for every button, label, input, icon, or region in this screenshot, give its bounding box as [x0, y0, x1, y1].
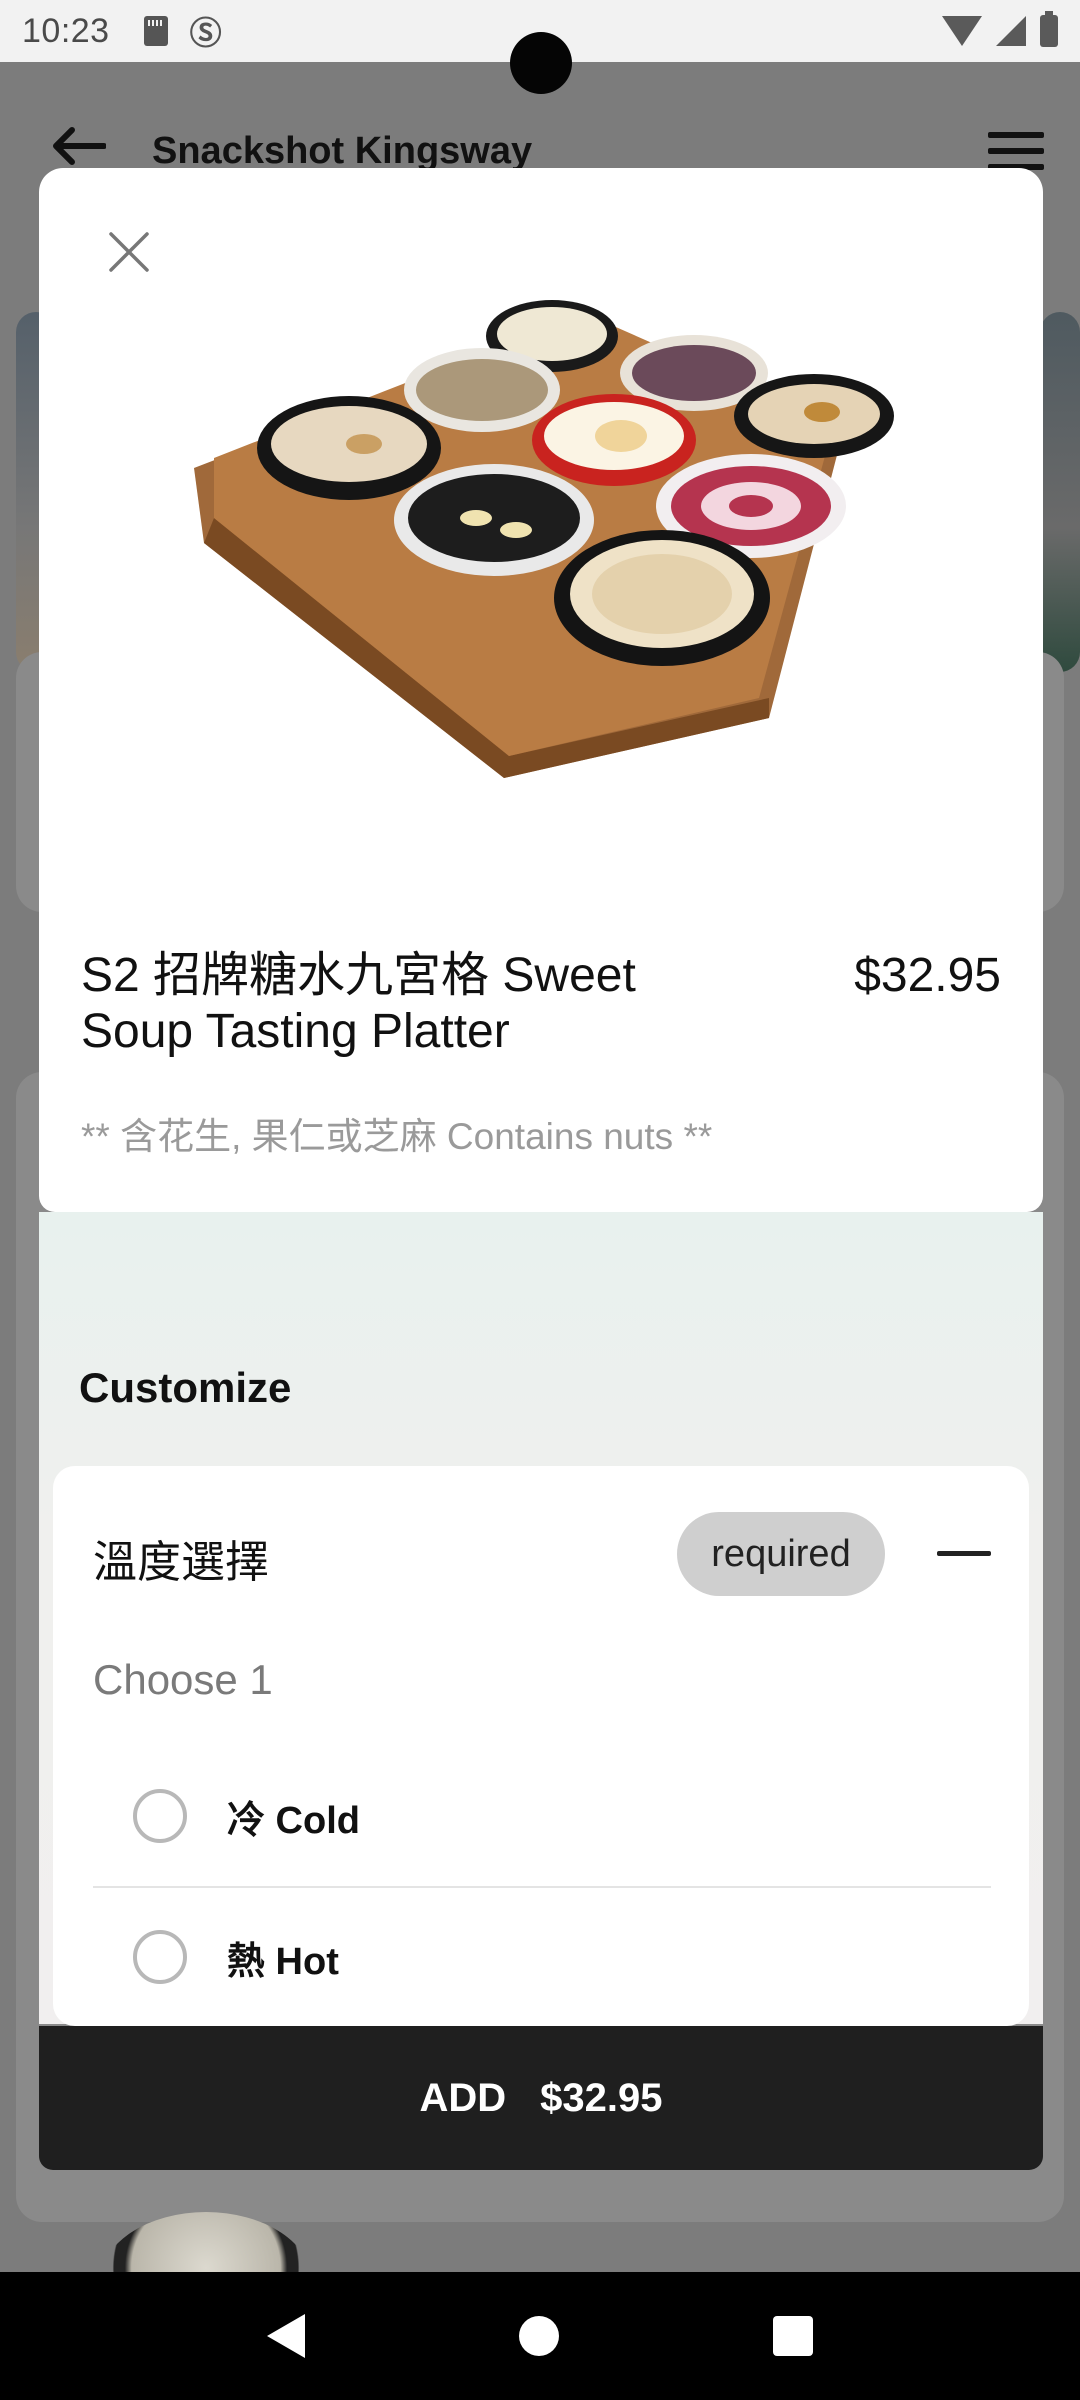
- cell-signal-icon: [996, 16, 1026, 46]
- status-time: 10:23: [22, 11, 110, 50]
- item-image: [194, 300, 894, 778]
- radio-button[interactable]: [133, 1789, 187, 1843]
- arrow-left-icon[interactable]: [50, 126, 106, 166]
- option-group-card: 溫度選擇 required Choose 1 冷 Cold 熱 Hot: [53, 1466, 1029, 2026]
- close-icon[interactable]: [101, 224, 157, 280]
- battery-icon: [1040, 11, 1058, 47]
- system-nav-bar: [0, 2272, 1080, 2400]
- wifi-icon: [942, 16, 982, 46]
- nav-recents-icon[interactable]: [773, 2316, 813, 2356]
- choose-hint: Choose 1: [93, 1656, 273, 1703]
- minus-icon[interactable]: [937, 1536, 991, 1572]
- item-detail-sheet: S2 招牌糖水九宮格 Sweet Soup Tasting Platter $3…: [39, 168, 1043, 1212]
- option-row-hot[interactable]: 熱 Hot: [93, 1886, 991, 2026]
- option-row-cold[interactable]: 冷 Cold: [93, 1746, 991, 1886]
- customize-section: Customize 溫度選擇 required Choose 1 冷 Cold …: [39, 1212, 1043, 2026]
- camera-cutout: [510, 32, 572, 94]
- required-badge: required: [677, 1512, 885, 1596]
- add-button-price: $32.95: [540, 2075, 663, 2120]
- nav-back-icon[interactable]: [267, 2314, 305, 2358]
- option-label: 熱 Hot: [227, 1940, 339, 1983]
- option-label: 冷 Cold: [227, 1799, 360, 1842]
- sd-card-icon: [143, 16, 168, 46]
- status-notification-icons: Ⓢ: [143, 8, 222, 54]
- item-title: S2 招牌糖水九宮格 Sweet Soup Tasting Platter: [81, 949, 636, 1058]
- add-to-cart-button[interactable]: ADD $32.95: [39, 2026, 1043, 2170]
- nav-home-icon[interactable]: [519, 2316, 559, 2356]
- background-image: [1040, 312, 1080, 672]
- customize-heading: Customize: [79, 1364, 292, 1411]
- store-title: Snackshot Kingsway: [152, 130, 533, 172]
- option-group-title: 溫度選擇: [93, 1538, 269, 1587]
- item-price: $32.95: [854, 949, 1001, 1002]
- app-notification-icon: Ⓢ: [189, 15, 222, 51]
- item-description: ** 含花生, 果仁或芝麻 Contains nuts **: [81, 1116, 713, 1157]
- add-button-label: ADD: [419, 2075, 507, 2120]
- status-system-icons: [942, 11, 1058, 47]
- radio-button[interactable]: [133, 1930, 187, 1984]
